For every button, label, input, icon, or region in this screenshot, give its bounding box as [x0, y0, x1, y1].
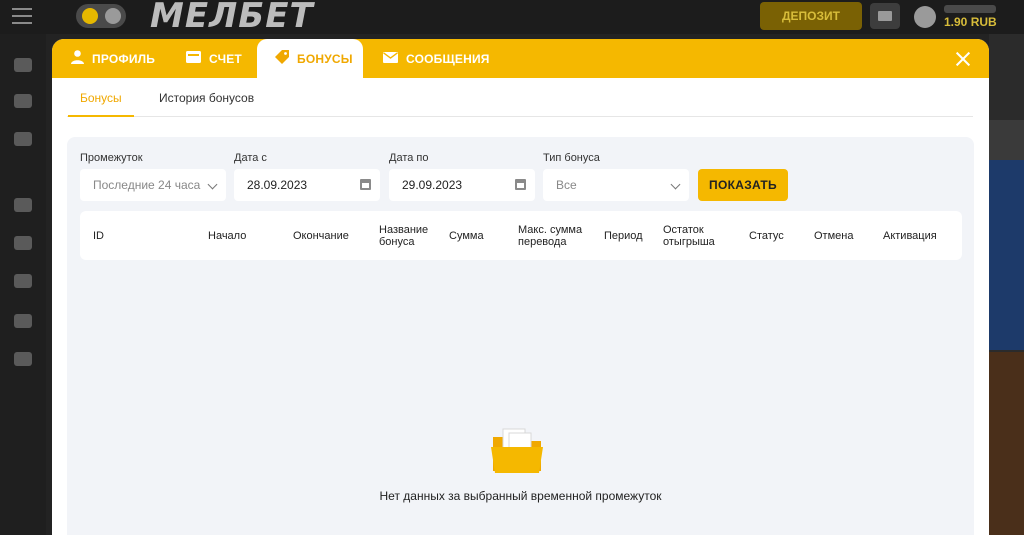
column-header: Макс. сумма перевода	[518, 224, 583, 248]
gamepad-icon[interactable]	[14, 132, 32, 146]
column-header: Начало	[208, 230, 247, 242]
hammer-icon[interactable]	[14, 314, 32, 328]
sidebar	[0, 34, 46, 535]
calendar-icon[interactable]	[515, 179, 526, 190]
wallet-icon	[186, 51, 201, 66]
avatar	[914, 6, 936, 28]
column-header: Остаток отыгрыша	[663, 224, 715, 248]
bonus-panel: Промежуток Дата с Дата по Тип бонуса Пос…	[67, 137, 974, 535]
envelope-icon	[383, 51, 398, 66]
chevron-down-icon	[670, 179, 681, 190]
bonus-type-select[interactable]: Все	[543, 169, 689, 201]
column-header: Активация	[883, 230, 937, 242]
table-header: ID Начало Окончание Название бонуса Сумм…	[80, 211, 962, 260]
column-header: Статус	[749, 230, 784, 242]
chevron-down-icon	[207, 179, 218, 190]
tab-account[interactable]: СЧЕТ	[186, 39, 242, 78]
tab-messages[interactable]: СООБЩЕНИЯ	[383, 39, 490, 78]
date-from-input[interactable]: 28.09.2023	[234, 169, 380, 201]
mail-icon[interactable]	[870, 3, 900, 29]
tab-bonuses[interactable]: БОНУСЫ	[257, 39, 363, 78]
top-bar: МЕЛБЕТ ДЕПОЗИТ 1.90 RUB	[0, 0, 1024, 36]
show-button[interactable]: ПОКАЗАТЬ	[698, 169, 788, 201]
date-from-label: Дата с	[234, 152, 267, 164]
tab-profile[interactable]: ПРОФИЛЬ	[71, 39, 155, 78]
theme-toggle[interactable]	[76, 4, 126, 28]
column-header: Период	[604, 230, 643, 242]
background-content	[989, 34, 1024, 535]
balance: 1.90 RUB	[944, 15, 997, 29]
period-select[interactable]: Последние 24 часа	[80, 169, 226, 201]
stats-icon[interactable]	[14, 236, 32, 250]
deposit-button[interactable]: ДЕПОЗИТ	[760, 2, 862, 30]
empty-state-message: Нет данных за выбранный временной промеж…	[379, 489, 662, 503]
user-icon	[71, 50, 84, 67]
calendar-icon[interactable]	[360, 179, 371, 190]
bonuses-modal: ПРОФИЛЬ СЧЕТ БОНУСЫ СООБЩЕНИЯ Бонусы Ист…	[52, 39, 989, 535]
date-to-input[interactable]: 29.09.2023	[389, 169, 535, 201]
ticket-icon[interactable]	[14, 274, 32, 288]
column-header: Сумма	[449, 230, 484, 242]
column-header: Название бонуса	[379, 224, 429, 248]
column-header: ID	[93, 230, 104, 242]
subtab-bonus-history[interactable]: История бонусов	[159, 91, 254, 105]
live-icon[interactable]	[14, 94, 32, 108]
viber-icon[interactable]	[14, 352, 32, 366]
column-header: Окончание	[293, 230, 349, 242]
period-label: Промежуток	[80, 152, 143, 164]
close-icon[interactable]	[953, 49, 973, 69]
logo[interactable]: МЕЛБЕТ	[150, 0, 314, 36]
home-icon[interactable]	[14, 58, 32, 72]
user-account[interactable]: 1.90 RUB	[908, 2, 1024, 32]
subtabs: Бонусы История бонусов	[67, 78, 973, 117]
modal-tabs: ПРОФИЛЬ СЧЕТ БОНУСЫ СООБЩЕНИЯ	[52, 39, 989, 78]
column-header: Отмена	[814, 230, 854, 242]
menu-icon[interactable]	[12, 8, 32, 24]
empty-folder-icon	[491, 427, 543, 473]
subtab-bonuses[interactable]: Бонусы	[68, 91, 134, 117]
date-to-label: Дата по	[389, 152, 429, 164]
megaphone-icon[interactable]	[14, 198, 32, 212]
bonus-type-label: Тип бонуса	[543, 152, 600, 164]
tag-icon	[275, 50, 289, 67]
